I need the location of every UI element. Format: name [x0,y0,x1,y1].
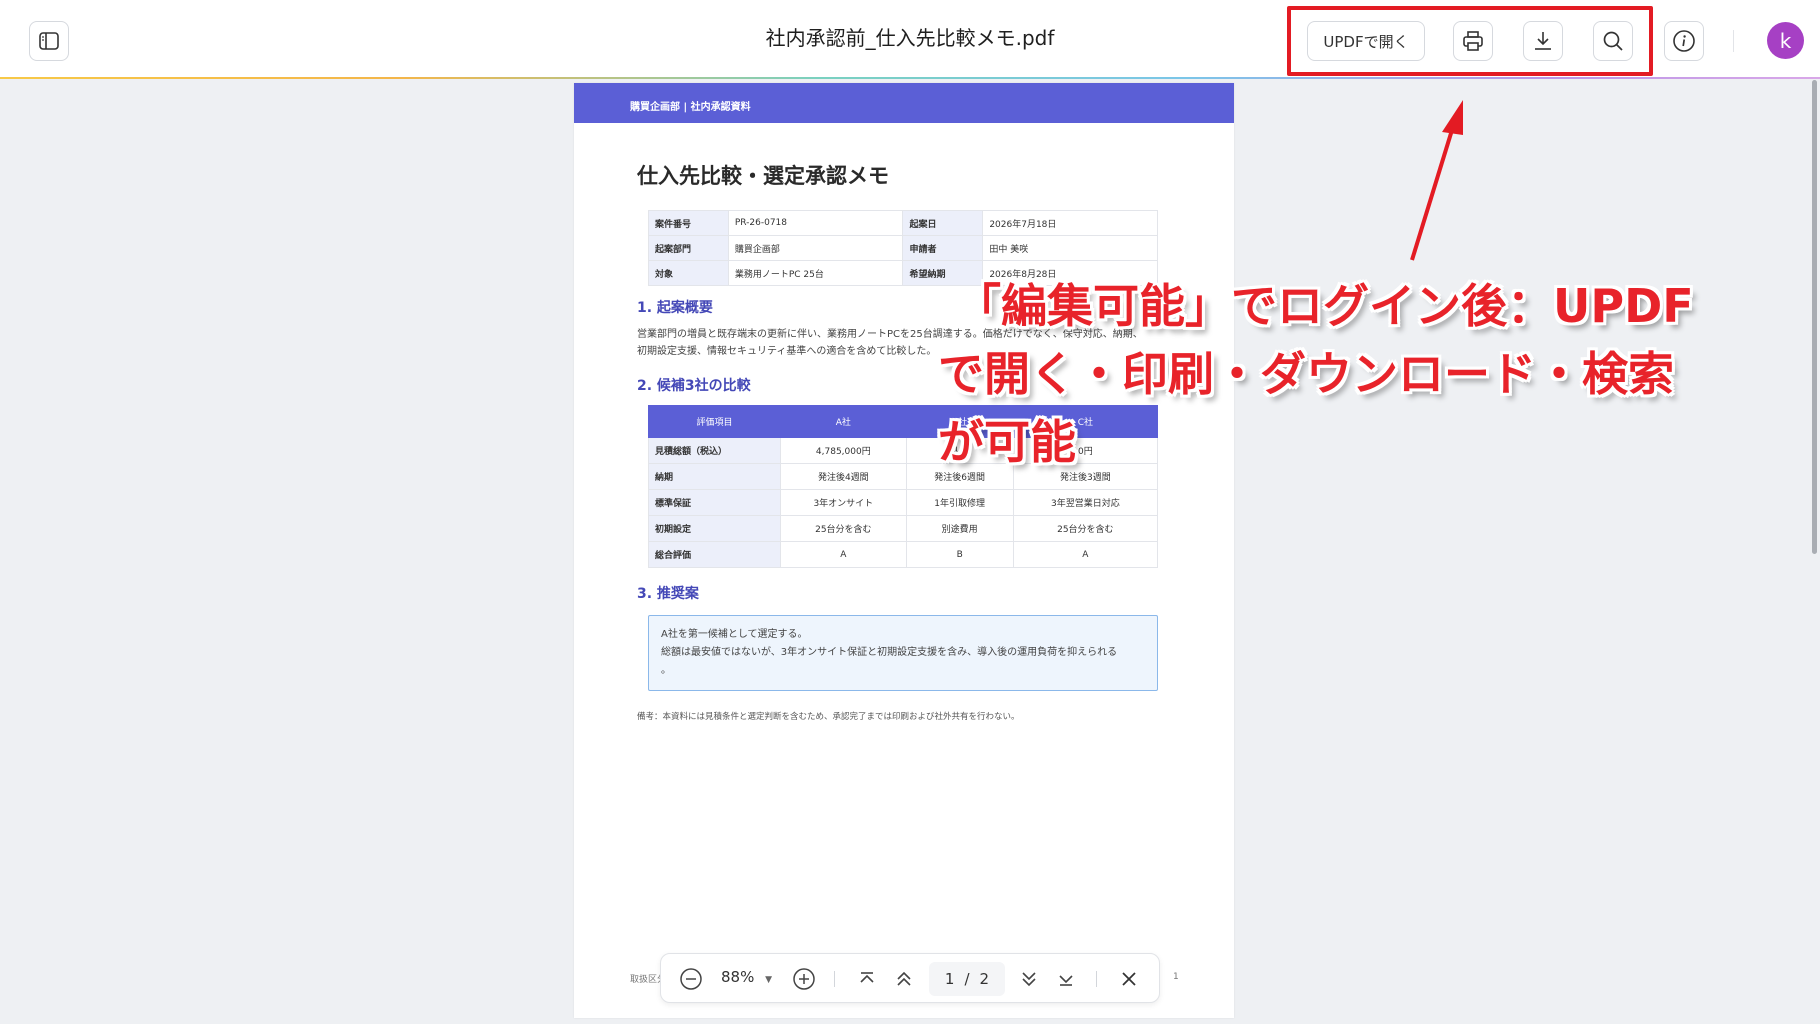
column-header: A社 [780,405,907,438]
zoom-level-value: 88% [721,968,755,986]
annotation-line: 「編集可能」でログイン後：UPDF [955,279,1694,333]
toolbar-separator [834,971,835,987]
chevron-down-icon: ▼ [765,975,773,985]
user-avatar[interactable]: k [1767,22,1804,59]
zoom-out-button[interactable] [678,966,704,992]
table-cell: 見積総額（税込） [648,437,781,464]
table-cell: 1年引取修理 [905,489,1014,516]
annotation-line: が可能 [938,415,1076,469]
table-cell: 25台分を含む [1012,515,1159,542]
annotation-line: で開く・印刷・ダウンロード・検索 [938,347,1674,401]
table-row: 案件番号 PR-26-0718 起案日 2026年7月18日 [648,210,1158,236]
zoom-out-icon [680,968,702,990]
first-page-icon [860,972,874,983]
close-toolbar-button[interactable] [1116,966,1142,992]
top-bar-accent-line [0,77,1820,79]
table-cell: A [780,541,907,568]
chevrons-up-icon [897,971,911,986]
scrollbar-thumb[interactable] [1812,80,1817,554]
table-cell: 発注後4週間 [780,463,907,490]
table-row: 起案部門 購買企画部 申請者 田中 美咲 [648,235,1158,261]
table-cell: B [905,541,1014,568]
sidebar-toggle-icon [39,32,59,50]
sidebar-toggle-button[interactable] [29,21,69,61]
document-heading: 仕入先比較・選定承認メモ [637,164,889,188]
table-header-row: 評価項目 A社 B社 C社 [648,405,1159,438]
toolbar-divider [1733,30,1734,52]
zoom-in-button[interactable] [791,966,817,992]
info-button[interactable] [1664,21,1704,61]
table-cell: PR-26-0718 [727,210,904,236]
page-header-band: 購買企画部 | 社内承認資料 [574,83,1234,123]
table-cell: 納期 [648,463,781,490]
chevrons-down-icon [1022,972,1036,987]
document-title: 社内承認前_仕入先比較メモ.pdf [765,26,1055,50]
comparison-table: 評価項目 A社 B社 C社 見積総額（税込） 4,785,000円 4,6 0円… [648,405,1159,568]
zoom-in-icon [793,968,815,990]
top-bar: 社内承認前_仕入先比較メモ.pdf UPDFで開く k [0,0,1820,78]
table-cell: 総合評価 [648,541,781,568]
table-cell: 標準保証 [648,489,781,516]
page-header-text: 購買企画部 | 社内承認資料 [630,102,751,113]
footnote: 備考：本資料には見積条件と選定判断を含むため、承認完了までは印刷および社外共有を… [637,712,1020,722]
current-page: 1 [944,970,955,988]
zoom-level-select[interactable]: 88% ▼ [721,968,772,986]
table-cell: 4,785,000円 [780,437,907,464]
section-heading-comparison: 2. 候補3社の比較 [637,378,751,394]
table-cell: 対象 [648,260,729,286]
table-cell: A [1012,541,1159,568]
recommendation-line: A社を第一候補として選定する。 [661,629,808,640]
page-number-field[interactable]: 1 / 2 [929,962,1005,996]
page-footer-right-text: 1 [1173,972,1179,982]
total-pages: 2 [979,970,990,988]
section-heading-overview: 1. 起案概要 [637,300,713,316]
page-separator: / [964,970,970,988]
table-row: 総合評価 A B A [648,541,1159,568]
toolbar-separator [1096,971,1097,987]
table-cell: 起案日 [902,210,984,236]
table-cell: 3年オンサイト [780,489,907,516]
pdf-page: 購買企画部 | 社内承認資料 仕入先比較・選定承認メモ 案件番号 PR-26-0… [574,83,1234,1018]
table-row: 標準保証 3年オンサイト 1年引取修理 3年翌営業日対応 [648,489,1159,516]
last-page-icon [1059,975,1073,986]
close-icon [1122,972,1136,986]
recommendation-line: 。 [661,665,671,676]
table-cell: 申請者 [902,235,984,261]
first-page-button[interactable] [854,966,880,992]
section-heading-recommendation: 3. 推奨案 [637,586,699,602]
table-row: 初期設定 25台分を含む 別途費用 25台分を含む [648,515,1159,542]
table-cell: 案件番号 [648,210,729,236]
table-cell: 購買企画部 [727,235,904,261]
table-cell: 業務用ノートPC 25台 [727,260,904,286]
table-cell: 初期設定 [648,515,781,542]
table-cell: 2026年7月18日 [982,210,1158,236]
page-navigation-toolbar: 88% ▼ 1 / 2 [660,953,1160,1003]
table-row: 納期 発注後4週間 発注後6週間 発注後3週間 [648,463,1159,490]
table-cell: 25台分を含む [780,515,907,542]
previous-page-button[interactable] [891,966,917,992]
column-header: 評価項目 [648,405,781,438]
last-page-button[interactable] [1053,966,1079,992]
info-icon [1673,30,1695,52]
table-cell: 田中 美咲 [982,235,1158,261]
table-cell: 起案部門 [648,235,729,261]
table-cell: 3年翌営業日対応 [1012,489,1159,516]
next-page-button[interactable] [1016,966,1042,992]
table-cell: 別途費用 [905,515,1014,542]
recommendation-box: A社を第一候補として選定する。 総額は最安値ではないが、3年オンサイト保証と初期… [648,615,1158,691]
toolbar-highlight-frame [1287,6,1653,76]
table-row: 見積総額（税込） 4,785,000円 4,6 0円 [648,437,1159,464]
recommendation-line: 総額は最安値ではないが、3年オンサイト保証と初期設定支援を含み、導入後の運用負荷… [661,647,1118,658]
